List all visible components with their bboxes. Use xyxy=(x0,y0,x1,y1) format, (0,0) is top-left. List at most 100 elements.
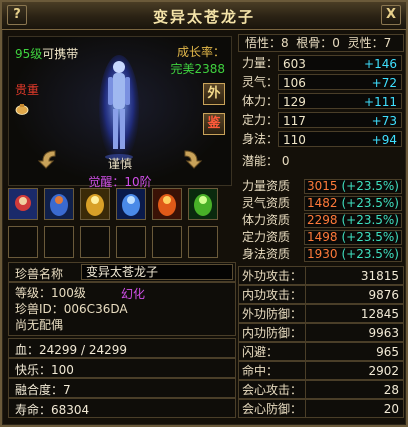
fusion-value: 融合度：7 xyxy=(15,383,71,397)
aptitude-row: 身法资质 1930 (+23.5%) xyxy=(238,246,404,263)
stat-row: 力量： 603 +146 xyxy=(238,54,404,72)
stat-row: 身法： 110 +94 xyxy=(238,130,404,148)
mutate-label: 幻化 xyxy=(121,287,146,301)
combat-value: 2902 xyxy=(368,364,399,378)
skill-slot-empty[interactable] xyxy=(44,226,74,258)
hp-row: 血：24299 / 24299 xyxy=(8,338,236,358)
combat-label: 会心防御： xyxy=(242,402,303,416)
growth-value: 完美2388 xyxy=(170,62,225,76)
stat-bonus: +73 xyxy=(371,114,397,128)
skill-slot-empty[interactable] xyxy=(116,226,146,258)
aptitude-row: 灵气资质 1482 (+23.5%) xyxy=(238,195,404,212)
skill-icon-fire xyxy=(153,189,181,219)
combat-value: 28 xyxy=(383,383,399,397)
skill-icon-blue xyxy=(117,189,145,219)
combat-label: 外功防御： xyxy=(242,307,303,321)
combat-value: 9876 xyxy=(368,288,399,302)
stat-value: 106 xyxy=(283,76,306,90)
skill-slot[interactable] xyxy=(116,188,146,220)
carry-level-value: 95级 xyxy=(15,47,43,61)
stat-row: 体力： 129 +111 xyxy=(238,92,404,110)
skill-slot[interactable] xyxy=(44,188,74,220)
stat-value: 117 xyxy=(283,114,306,128)
combat-value: 20 xyxy=(383,402,399,416)
pet-info-box: 等级：100级 珍兽ID：006C36DA 尚无配偶 幻化 xyxy=(8,282,236,336)
combat-value: 965 xyxy=(376,345,399,359)
talent-row: 悟性：8 根骨：0 灵性：7 xyxy=(238,34,404,52)
pet-id-line: 珍兽ID：006C36DA xyxy=(15,302,128,316)
combat-row: 内功攻击： 9876 xyxy=(238,285,404,304)
skill-slot[interactable] xyxy=(188,188,218,220)
aptitude-label: 力量资质 xyxy=(242,179,291,193)
skill-slot[interactable] xyxy=(8,188,38,220)
skill-slot[interactable] xyxy=(80,188,110,220)
stat-label: 力量： xyxy=(242,56,279,70)
title-bar[interactable]: ? 变异太苍龙子 X xyxy=(2,2,406,30)
stat-bonus: +146 xyxy=(364,57,397,71)
pet-model xyxy=(99,55,139,163)
combat-row: 外功防御： 12845 xyxy=(238,304,404,323)
combat-row: 命中： 2902 xyxy=(238,361,404,380)
lingxing-value: 灵性：7 xyxy=(347,36,392,50)
skill-icon-blue-fire xyxy=(45,189,73,219)
aptitude-label: 身法资质 xyxy=(242,247,291,261)
skill-slot-empty[interactable] xyxy=(188,226,218,258)
appearance-button[interactable]: 外 xyxy=(203,83,225,105)
skill-slot-empty[interactable] xyxy=(8,226,38,258)
stat-bonus: +111 xyxy=(364,95,397,109)
aptitude-row: 体力资质 2298 (+23.5%) xyxy=(238,212,404,229)
stat-bonus: +94 xyxy=(371,133,397,147)
aptitude-value: 1482 xyxy=(307,196,338,210)
aptitude-value: 1930 xyxy=(307,247,338,261)
combat-label: 内功攻击： xyxy=(242,288,303,302)
life-row: 寿命：68304 xyxy=(8,398,236,418)
aptitude-row: 力量资质 3015 (+23.5%) xyxy=(238,178,404,195)
stat-label: 体力： xyxy=(242,94,279,108)
skill-slot-empty[interactable] xyxy=(152,226,182,258)
stat-row: 定力： 117 +73 xyxy=(238,111,404,129)
bag-icon xyxy=(15,104,29,115)
aptitude-bonus: (+23.5%) xyxy=(341,213,399,227)
aptitude-label: 定力资质 xyxy=(242,230,291,244)
window-title: 变异太苍龙子 xyxy=(152,8,255,26)
fusion-row: 融合度：7 xyxy=(8,378,236,398)
gengu-value: 根骨：0 xyxy=(296,36,340,50)
aptitude-value: 3015 xyxy=(307,179,338,193)
stat-value: 110 xyxy=(283,133,306,147)
carry-level: 95级可携带 xyxy=(15,45,78,62)
aptitude-bonus: (+23.5%) xyxy=(341,196,399,210)
stat-value: 603 xyxy=(283,57,306,71)
growth-label: 成长率： xyxy=(176,45,225,59)
pet-name-field[interactable]: 变异太苍龙子 xyxy=(81,264,233,280)
combat-row: 闪避： 965 xyxy=(238,342,404,361)
stat-row: 灵气： 106 +72 xyxy=(238,73,404,91)
happy-value: 快乐：100 xyxy=(15,363,74,377)
skill-slot[interactable] xyxy=(152,188,182,220)
aptitude-bonus: (+23.5%) xyxy=(341,179,399,193)
pet-name-label: 珍兽名称 xyxy=(15,267,64,281)
stat-bonus: +72 xyxy=(371,76,397,90)
valuable-tag: 贵重 xyxy=(15,83,40,97)
stat-label: 身法： xyxy=(242,132,279,146)
stat-value: 129 xyxy=(283,95,306,109)
skill-slot-empty[interactable] xyxy=(80,226,110,258)
combat-label: 命中： xyxy=(242,364,279,378)
partner-line: 尚无配偶 xyxy=(15,318,64,332)
combat-row: 内功防御： 9963 xyxy=(238,323,404,342)
skill-icon-gold xyxy=(81,189,109,219)
carry-label: 可携带 xyxy=(42,47,79,61)
combat-row: 会心攻击： 28 xyxy=(238,380,404,399)
life-value: 寿命：68304 xyxy=(15,403,90,417)
appraise-button[interactable]: 鉴 xyxy=(203,113,225,135)
growth-rate: 成长率： 完美2388 xyxy=(170,43,225,77)
skill-icon-blue-red xyxy=(9,189,37,219)
aptitude-bonus: (+23.5%) xyxy=(341,247,399,261)
combat-label: 会心攻击： xyxy=(242,383,303,397)
aptitude-value: 1498 xyxy=(307,230,338,244)
potential-points: 潜能： 0 xyxy=(242,154,290,168)
combat-value: 31815 xyxy=(360,269,399,283)
close-button[interactable]: X xyxy=(381,5,401,25)
combat-row: 外功攻击： 31815 xyxy=(238,266,404,285)
aptitude-label: 灵气资质 xyxy=(242,196,291,210)
disposition: 谨慎 xyxy=(107,157,132,171)
